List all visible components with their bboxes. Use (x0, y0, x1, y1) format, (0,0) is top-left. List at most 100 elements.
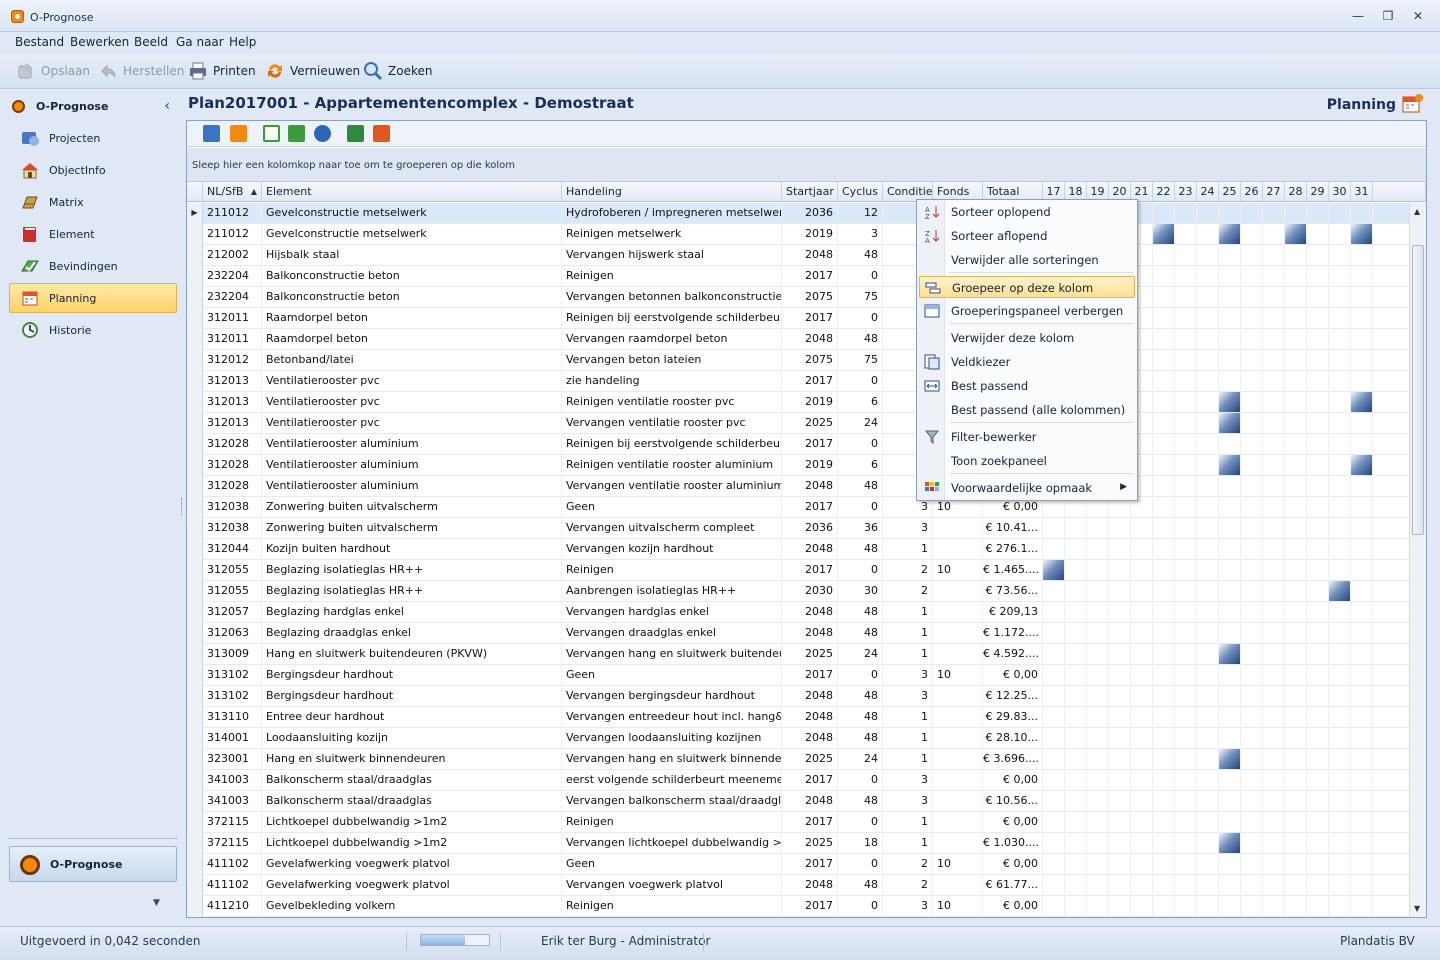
cell-year[interactable] (1153, 791, 1175, 812)
cell-cyclus[interactable]: 48 (838, 329, 883, 350)
cell-year[interactable] (1241, 203, 1263, 224)
scheduled-action-cell[interactable] (1153, 224, 1174, 244)
cell-year[interactable] (1329, 770, 1351, 791)
cell-year[interactable] (1197, 749, 1219, 770)
sidebar-item-planning[interactable]: Planning (9, 283, 177, 313)
cell-year[interactable] (1175, 623, 1197, 644)
cell-year[interactable] (1109, 791, 1131, 812)
cell-year[interactable] (1175, 770, 1197, 791)
cell-element[interactable]: Balkonconstructie beton (262, 266, 562, 287)
cell-year[interactable] (1065, 791, 1087, 812)
cell-nlsfb[interactable]: 313102 (203, 686, 262, 707)
cell-year[interactable] (1175, 476, 1197, 497)
cell-totaal[interactable]: € 1.465.... (983, 560, 1043, 581)
cell-startjaar[interactable]: 2048 (782, 791, 838, 812)
column-header-year[interactable]: 23 (1175, 182, 1197, 202)
cell-year[interactable] (1329, 875, 1351, 896)
cell-year[interactable] (1175, 518, 1197, 539)
cell-conditie[interactable]: 1 (883, 749, 933, 770)
cell-year[interactable] (1153, 245, 1175, 266)
cell-startjaar[interactable]: 2025 (782, 833, 838, 854)
check-icon[interactable] (288, 125, 305, 142)
cell-year[interactable] (1351, 644, 1373, 665)
cell-year[interactable] (1329, 686, 1351, 707)
cell-year[interactable] (1329, 266, 1351, 287)
cell-year[interactable] (1241, 665, 1263, 686)
row-indicator[interactable] (187, 539, 203, 560)
cell-year[interactable] (1131, 644, 1153, 665)
context-menu-item[interactable]: Verwijder deze kolom (919, 327, 1135, 349)
cell-year[interactable] (1043, 518, 1065, 539)
cell-year[interactable] (1285, 539, 1307, 560)
cell-year[interactable] (1197, 266, 1219, 287)
menu-ga-naar[interactable]: Ga naar (176, 35, 224, 49)
cell-year[interactable] (1153, 518, 1175, 539)
cell-year[interactable] (1219, 497, 1241, 518)
scheduled-action-cell[interactable] (1219, 749, 1240, 769)
cell-year[interactable] (1263, 434, 1285, 455)
cell-nlsfb[interactable]: 411210 (203, 896, 262, 917)
cell-fonds[interactable] (933, 602, 983, 623)
cell-year[interactable] (1175, 245, 1197, 266)
cell-totaal[interactable]: € 4.592.... (983, 644, 1043, 665)
cell-startjaar[interactable]: 2017 (782, 497, 838, 518)
cell-year[interactable] (1197, 350, 1219, 371)
cell-fonds[interactable] (933, 707, 983, 728)
cell-year[interactable] (1065, 749, 1087, 770)
cell-handeling[interactable]: Aanbrengen isolatieglas HR++ (562, 581, 782, 602)
cell-year[interactable] (1263, 539, 1285, 560)
cell-totaal[interactable]: € 209,13 (983, 602, 1043, 623)
cell-year[interactable] (1219, 791, 1241, 812)
context-menu-item[interactable]: Filter-bewerker (919, 426, 1135, 448)
cell-year[interactable] (1329, 896, 1351, 917)
cell-year[interactable] (1175, 749, 1197, 770)
cell-year[interactable] (1351, 476, 1373, 497)
cell-year[interactable] (1197, 518, 1219, 539)
cell-year[interactable] (1241, 329, 1263, 350)
cell-year[interactable] (1175, 644, 1197, 665)
cell-year[interactable] (1197, 539, 1219, 560)
cell-element[interactable]: Gevelafwerking voegwerk platvol (262, 875, 562, 896)
cell-year[interactable] (1175, 266, 1197, 287)
cell-year[interactable] (1197, 224, 1219, 245)
cell-cyclus[interactable]: 24 (838, 749, 883, 770)
cell-handeling[interactable]: Geen (562, 497, 782, 518)
cell-year[interactable] (1351, 203, 1373, 224)
cell-year[interactable] (1109, 518, 1131, 539)
cell-fonds[interactable] (933, 539, 983, 560)
cell-year[interactable] (1263, 833, 1285, 854)
cell-handeling[interactable]: Vervangen kozijn hardhout (562, 539, 782, 560)
cell-year[interactable] (1285, 875, 1307, 896)
cell-totaal[interactable]: € 61.77... (983, 875, 1043, 896)
scheduled-action-cell[interactable] (1219, 833, 1240, 853)
cell-year[interactable] (1241, 875, 1263, 896)
cell-totaal[interactable]: € 28.10... (983, 728, 1043, 749)
cell-startjaar[interactable]: 2048 (782, 476, 838, 497)
cell-handeling[interactable]: Vervangen ventilatie rooster aluminium (562, 476, 782, 497)
cell-year[interactable] (1197, 560, 1219, 581)
cell-year[interactable] (1197, 392, 1219, 413)
cell-cyclus[interactable]: 30 (838, 581, 883, 602)
cell-nlsfb[interactable]: 211012 (203, 224, 262, 245)
cell-nlsfb[interactable]: 372115 (203, 833, 262, 854)
menu-help[interactable]: Help (229, 35, 256, 49)
cell-year[interactable] (1285, 266, 1307, 287)
cell-startjaar[interactable]: 2025 (782, 413, 838, 434)
cell-year[interactable] (1087, 833, 1109, 854)
cell-year[interactable] (1197, 308, 1219, 329)
cell-year[interactable] (1329, 203, 1351, 224)
cell-year[interactable] (1219, 665, 1241, 686)
cell-year[interactable] (1263, 770, 1285, 791)
cell-year[interactable] (1351, 266, 1373, 287)
collapse-sidebar-icon[interactable]: ‹ (164, 98, 170, 114)
cell-year[interactable] (1351, 875, 1373, 896)
cell-year[interactable] (1131, 707, 1153, 728)
cell-year[interactable] (1131, 812, 1153, 833)
cell-year[interactable] (1285, 455, 1307, 476)
cell-year[interactable] (1285, 287, 1307, 308)
cell-year[interactable] (1329, 812, 1351, 833)
cell-year[interactable] (1263, 455, 1285, 476)
cell-fonds[interactable]: 10 (933, 854, 983, 875)
table-row[interactable]: 313110 Entree deur hardhout Vervangen entr… (187, 707, 1426, 728)
column-header-year[interactable]: 26 (1241, 182, 1263, 202)
